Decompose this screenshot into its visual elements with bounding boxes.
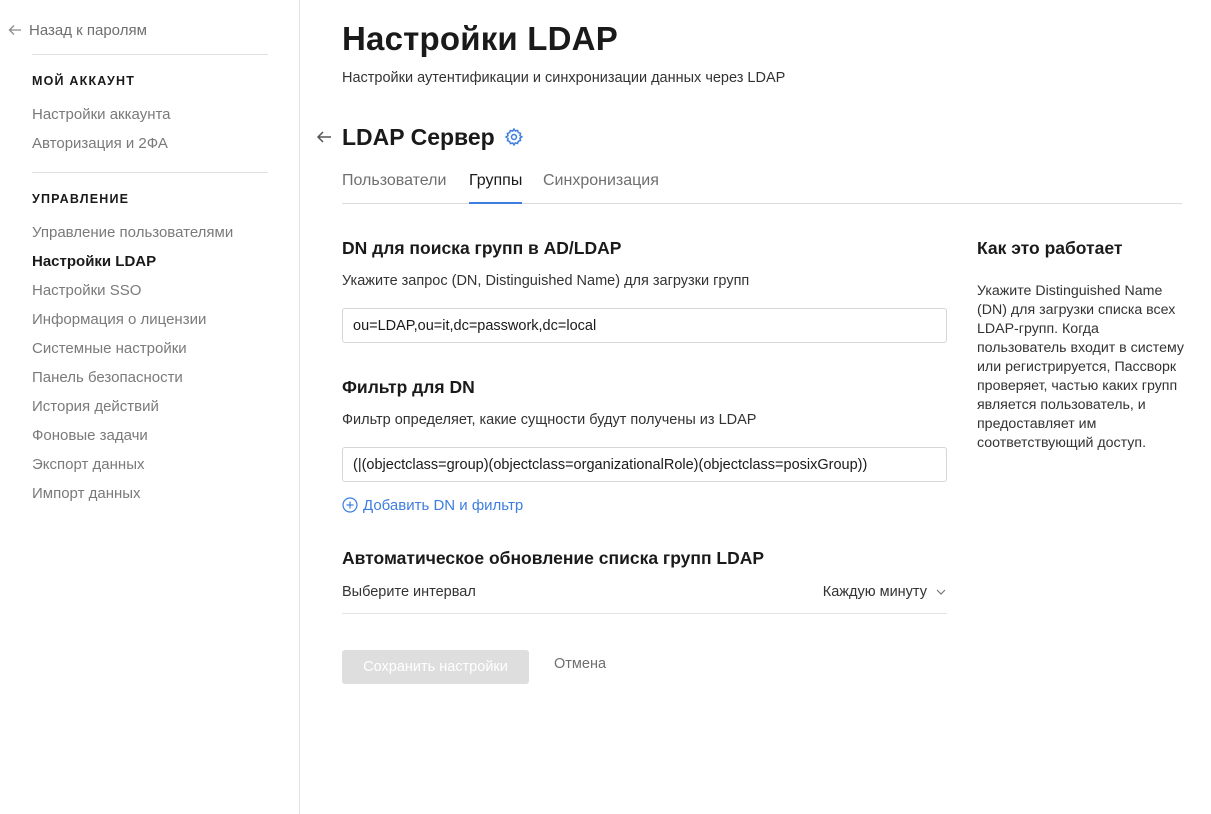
arrow-left-icon[interactable] <box>316 129 332 145</box>
save-settings-button[interactable]: Сохранить настройки <box>342 650 529 684</box>
filter-section-title: Фильтр для DN <box>342 377 475 397</box>
filter-input[interactable] <box>342 447 947 482</box>
filter-section-description: Фильтр определяет, какие сущности будут … <box>342 412 757 428</box>
page-subtitle: Настройки аутентификации и синхронизации… <box>342 70 786 86</box>
auto-update-title: Автоматическое обновление списка групп L… <box>342 548 765 568</box>
dn-input[interactable] <box>342 308 947 343</box>
page-title: Настройки LDAP <box>342 20 618 57</box>
interval-label: Выберите интервал <box>342 584 476 600</box>
cancel-button[interactable]: Отмена <box>554 656 606 672</box>
chevron-down-icon <box>936 589 946 595</box>
nav-item-user-management[interactable]: Управление пользователями <box>32 218 282 247</box>
sidebar: Назад к паролям МОЙ АККАУНТ Настройки ак… <box>0 0 300 814</box>
tab-groups[interactable]: Группы <box>469 172 523 204</box>
management-nav: Управление пользователями Настройки LDAP… <box>32 218 282 508</box>
help-title: Как это работает <box>977 238 1123 258</box>
arrow-left-icon <box>8 25 21 35</box>
help-text: Укажите Distinguished Name (DN) для загр… <box>977 283 1185 451</box>
nav-item-data-import[interactable]: Импорт данных <box>32 479 282 508</box>
interval-value: Каждую минуту <box>822 584 927 600</box>
server-title: LDAP Сервер <box>342 123 495 150</box>
nav-item-ldap-settings[interactable]: Настройки LDAP <box>32 247 282 276</box>
tabs: Пользователи Группы Синхронизация <box>342 172 1182 204</box>
sidebar-divider <box>32 54 268 55</box>
nav-item-background-tasks[interactable]: Фоновые задачи <box>32 421 282 450</box>
sidebar-divider <box>32 172 268 173</box>
nav-item-license-info[interactable]: Информация о лицензии <box>32 305 282 334</box>
dn-section-title: DN для поиска групп в AD/LDAP <box>342 238 622 258</box>
section-title-management: УПРАВЛЕНИЕ <box>32 192 130 206</box>
interval-row: Выберите интервал Каждую минуту <box>342 580 947 614</box>
plus-circle-icon <box>342 497 358 513</box>
nav-item-auth-2fa[interactable]: Авторизация и 2ФА <box>32 129 282 158</box>
nav-item-account-settings[interactable]: Настройки аккаунта <box>32 100 282 129</box>
account-nav: Настройки аккаунта Авторизация и 2ФА <box>32 100 282 158</box>
nav-item-system-settings[interactable]: Системные настройки <box>32 334 282 363</box>
nav-item-data-export[interactable]: Экспорт данных <box>32 450 282 479</box>
add-dn-filter-link[interactable]: Добавить DN и фильтр <box>342 495 523 515</box>
server-header: LDAP Сервер <box>316 122 524 152</box>
back-to-passwords-link[interactable]: Назад к паролям <box>8 20 147 40</box>
main-content: Настройки LDAP Настройки аутентификации … <box>300 0 1211 814</box>
nav-item-activity-log[interactable]: История действий <box>32 392 282 421</box>
gear-icon[interactable] <box>504 127 524 147</box>
tab-users[interactable]: Пользователи <box>342 172 446 204</box>
dn-section-description: Укажите запрос (DN, Distinguished Name) … <box>342 273 750 289</box>
section-title-account: МОЙ АККАУНТ <box>32 74 136 88</box>
nav-item-security-dashboard[interactable]: Панель безопасности <box>32 363 282 392</box>
interval-select[interactable]: Каждую минуту <box>823 584 947 600</box>
add-dn-filter-label: Добавить DN и фильтр <box>363 496 524 514</box>
nav-item-sso-settings[interactable]: Настройки SSO <box>32 276 282 305</box>
tab-sync[interactable]: Синхронизация <box>543 172 659 204</box>
back-link-label: Назад к паролям <box>29 21 147 39</box>
